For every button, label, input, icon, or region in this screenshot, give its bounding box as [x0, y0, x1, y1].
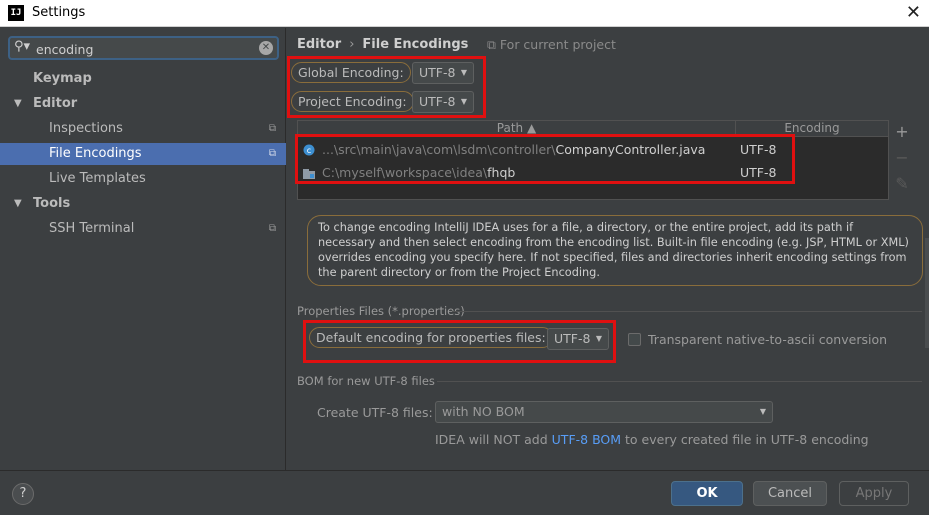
expand-arrow-icon[interactable]: ▼	[14, 193, 22, 215]
bom-note-prefix: IDEA will NOT add	[435, 432, 552, 447]
sidebar-item-label: Editor	[33, 96, 78, 111]
sidebar-item-label: Live Templates	[49, 171, 146, 186]
sidebar-item-label: File Encodings	[49, 146, 142, 161]
project-scope-icon: ⧉	[268, 123, 276, 134]
bom-note-suffix: to every created file in UTF-8 encoding	[621, 432, 869, 447]
scope-hint-text: For current project	[499, 37, 616, 52]
bom-section-title: BOM for new UTF-8 files	[297, 374, 435, 388]
help-button[interactable]: ?	[12, 483, 34, 505]
search-box[interactable]: ⚲▾ ✕	[8, 36, 279, 60]
highlight-box	[295, 134, 795, 184]
chevron-down-icon: ▼	[759, 407, 766, 416]
utf8-bom-link[interactable]: UTF-8 BOM	[552, 432, 621, 447]
project-scope-icon: ⧉	[268, 148, 276, 159]
sidebar-item-label: Keymap	[33, 71, 92, 86]
encoding-help-text: To change encoding IntelliJ IDEA uses fo…	[307, 215, 923, 286]
sidebar-item-inspections[interactable]: Inspections ⧉	[0, 118, 286, 140]
sidebar-item-live-templates[interactable]: Live Templates	[0, 168, 286, 190]
sidebar-item-tools[interactable]: ▼ Tools	[0, 193, 286, 215]
file-encodings-panel: Editor › File Encodings ⧉ For current proj…	[287, 28, 929, 470]
apply-button[interactable]: Apply	[839, 481, 909, 506]
intellij-logo-icon: IJ	[8, 5, 24, 21]
add-path-button[interactable]: +	[894, 122, 910, 141]
sidebar-item-ssh-terminal[interactable]: SSH Terminal ⧉	[0, 218, 286, 240]
remove-path-button[interactable]: −	[894, 148, 910, 167]
create-utf8-label: Create UTF-8 files:	[317, 405, 433, 420]
search-icon[interactable]: ⚲▾	[14, 39, 30, 54]
expand-arrow-icon[interactable]: ▼	[14, 93, 22, 115]
properties-section-title: Properties Files (*.properties)	[297, 304, 465, 318]
transparent-conversion-label[interactable]: Transparent native-to-ascii conversion	[648, 332, 887, 347]
project-scope-icon: ⧉	[268, 223, 276, 234]
sidebar-item-label: SSH Terminal	[49, 221, 135, 236]
dialog-footer: ? OK Cancel Apply	[0, 470, 929, 515]
bom-select[interactable]: with NO BOM ▼	[435, 401, 773, 423]
breadcrumb: Editor › File Encodings	[297, 37, 468, 52]
title-bar: IJ Settings ✕	[0, 0, 929, 27]
sidebar-item-label: Tools	[33, 196, 71, 211]
sidebar-item-editor[interactable]: ▼ Editor	[0, 93, 286, 115]
section-divider	[437, 381, 922, 382]
scope-hint: ⧉ For current project	[487, 37, 616, 53]
bom-note: IDEA will NOT add UTF-8 BOM to every cre…	[435, 432, 869, 447]
sidebar-item-file-encodings[interactable]: File Encodings ⧉	[0, 143, 286, 165]
project-scope-icon: ⧉	[487, 37, 496, 52]
sidebar-item-keymap[interactable]: Keymap	[0, 68, 286, 90]
ok-button[interactable]: OK	[671, 481, 743, 506]
highlight-box	[287, 56, 486, 118]
panel-scrollbar[interactable]	[925, 238, 929, 348]
edit-path-button[interactable]: ✎	[894, 174, 910, 193]
close-icon[interactable]: ✕	[906, 2, 921, 23]
search-input[interactable]	[36, 40, 256, 58]
sidebar-item-label: Inspections	[49, 121, 123, 136]
window-title: Settings	[32, 5, 86, 20]
highlight-box	[303, 320, 616, 363]
clear-search-icon[interactable]: ✕	[259, 41, 273, 55]
bom-value: with NO BOM	[442, 404, 525, 419]
breadcrumb-current: File Encodings	[362, 37, 469, 52]
section-divider	[452, 311, 922, 312]
settings-sidebar: ⚲▾ ✕ Keymap ▼ Editor Inspections ⧉ File …	[0, 28, 286, 470]
breadcrumb-parent[interactable]: Editor	[297, 37, 341, 52]
breadcrumb-separator: ›	[349, 37, 355, 52]
cancel-button[interactable]: Cancel	[753, 481, 827, 506]
transparent-conversion-checkbox[interactable]	[628, 333, 641, 346]
